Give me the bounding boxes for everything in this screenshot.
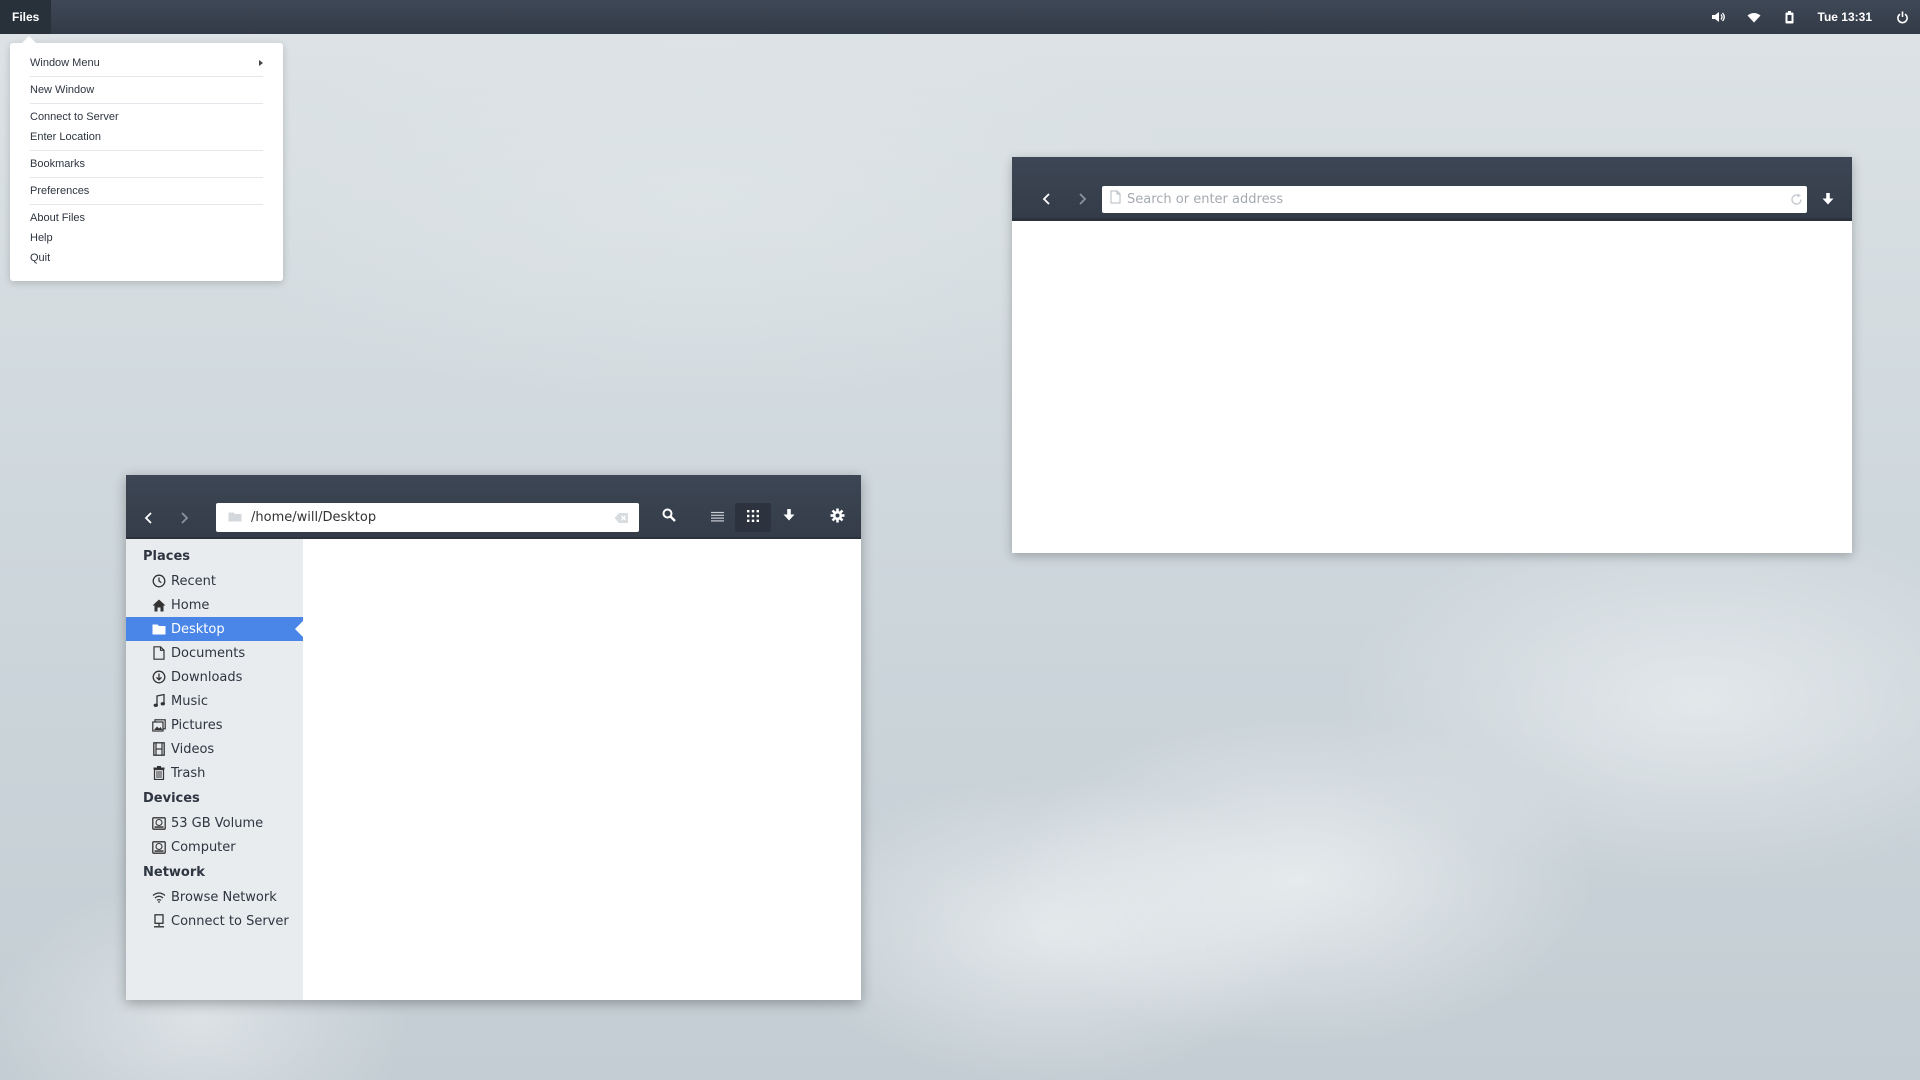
menu-item-quit[interactable]: Quit xyxy=(30,248,263,268)
sidebar-item-music[interactable]: Music xyxy=(126,689,303,713)
places-sidebar: Places Recent Home Desktop Documents Dow… xyxy=(126,539,303,1000)
back-button[interactable] xyxy=(1033,185,1061,213)
gear-icon xyxy=(830,508,845,528)
menu-separator xyxy=(30,150,263,151)
clock-icon xyxy=(151,573,167,589)
volume-icon[interactable] xyxy=(1700,0,1736,34)
pictures-icon xyxy=(151,717,167,733)
grid-icon xyxy=(747,509,759,527)
page-icon xyxy=(1110,190,1121,209)
menu-item-window-menu[interactable]: Window Menu xyxy=(30,53,263,73)
list-view-button[interactable] xyxy=(699,503,735,532)
battery-icon[interactable] xyxy=(1772,0,1808,34)
download-button[interactable] xyxy=(771,503,807,532)
section-title-places: Places xyxy=(143,548,191,564)
settings-button[interactable] xyxy=(819,503,855,532)
clear-icon[interactable] xyxy=(614,511,629,529)
reload-icon[interactable] xyxy=(1785,193,1807,206)
power-icon[interactable] xyxy=(1884,0,1920,34)
files-window: /home/will/Desktop Places Recent Home De… xyxy=(126,475,861,1000)
sidebar-item-connect-to-server[interactable]: Connect to Server xyxy=(126,909,303,933)
home-icon xyxy=(151,597,167,613)
file-view[interactable] xyxy=(303,539,861,1000)
top-bar: Files Tue 13:31 xyxy=(0,0,1920,34)
sidebar-item-volume[interactable]: 53 GB Volume xyxy=(126,811,303,835)
sidebar-item-pictures[interactable]: Pictures xyxy=(126,713,303,737)
forward-button[interactable] xyxy=(1068,185,1096,213)
sidebar-item-browse-network[interactable]: Browse Network xyxy=(126,885,303,909)
browser-window xyxy=(1012,157,1852,553)
clock[interactable]: Tue 13:31 xyxy=(1808,10,1884,24)
download-icon xyxy=(151,669,167,685)
server-icon xyxy=(151,913,167,929)
document-icon xyxy=(151,645,167,661)
folder-icon xyxy=(228,509,242,527)
music-icon xyxy=(151,693,167,709)
download-icon xyxy=(783,508,795,527)
menu-item-bookmarks[interactable]: Bookmarks xyxy=(30,154,263,174)
back-button[interactable] xyxy=(135,504,163,532)
sidebar-item-trash[interactable]: Trash xyxy=(126,761,303,785)
section-title-network: Network xyxy=(143,864,205,880)
menu-item-enter-location[interactable]: Enter Location xyxy=(30,127,263,147)
trash-icon xyxy=(151,765,167,781)
list-icon xyxy=(710,509,724,527)
address-bar[interactable] xyxy=(1102,186,1807,213)
sidebar-item-desktop[interactable]: Desktop xyxy=(126,617,303,641)
forward-button[interactable] xyxy=(170,504,198,532)
app-menu-button[interactable]: Files xyxy=(0,0,52,34)
browser-headerbar xyxy=(1012,157,1852,221)
search-button[interactable] xyxy=(651,503,687,532)
location-bar[interactable]: /home/will/Desktop xyxy=(216,503,639,532)
menu-item-about-files[interactable]: About Files xyxy=(30,208,263,228)
submenu-arrow-icon xyxy=(259,60,263,66)
menu-item-connect-to-server[interactable]: Connect to Server xyxy=(30,107,263,127)
wifi-icon[interactable] xyxy=(1736,0,1772,34)
menu-separator xyxy=(30,204,263,205)
download-button[interactable] xyxy=(1814,185,1842,213)
system-tray: Tue 13:31 xyxy=(1700,0,1920,34)
location-path[interactable]: /home/will/Desktop xyxy=(251,510,376,525)
sidebar-item-home[interactable]: Home xyxy=(126,593,303,617)
sidebar-item-videos[interactable]: Videos xyxy=(126,737,303,761)
wifi-icon xyxy=(151,889,167,905)
drive-icon xyxy=(151,815,167,831)
folder-icon xyxy=(151,621,167,637)
sidebar-item-downloads[interactable]: Downloads xyxy=(126,665,303,689)
files-headerbar: /home/will/Desktop xyxy=(126,475,861,539)
grid-view-button[interactable] xyxy=(735,503,771,532)
address-input[interactable] xyxy=(1127,192,1785,207)
sidebar-item-computer[interactable]: Computer xyxy=(126,835,303,859)
menu-separator xyxy=(30,177,263,178)
menu-item-preferences[interactable]: Preferences xyxy=(30,181,263,201)
sidebar-item-documents[interactable]: Documents xyxy=(126,641,303,665)
drive-icon xyxy=(151,839,167,855)
menu-item-new-window[interactable]: New Window xyxy=(30,80,263,100)
film-icon xyxy=(151,741,167,757)
menu-separator xyxy=(30,76,263,77)
sidebar-item-recent[interactable]: Recent xyxy=(126,569,303,593)
search-icon xyxy=(662,508,676,527)
menu-separator xyxy=(30,103,263,104)
menu-item-help[interactable]: Help xyxy=(30,228,263,248)
app-menu-popup: Window Menu New Window Connect to Server… xyxy=(10,36,283,281)
section-title-devices: Devices xyxy=(143,790,200,806)
